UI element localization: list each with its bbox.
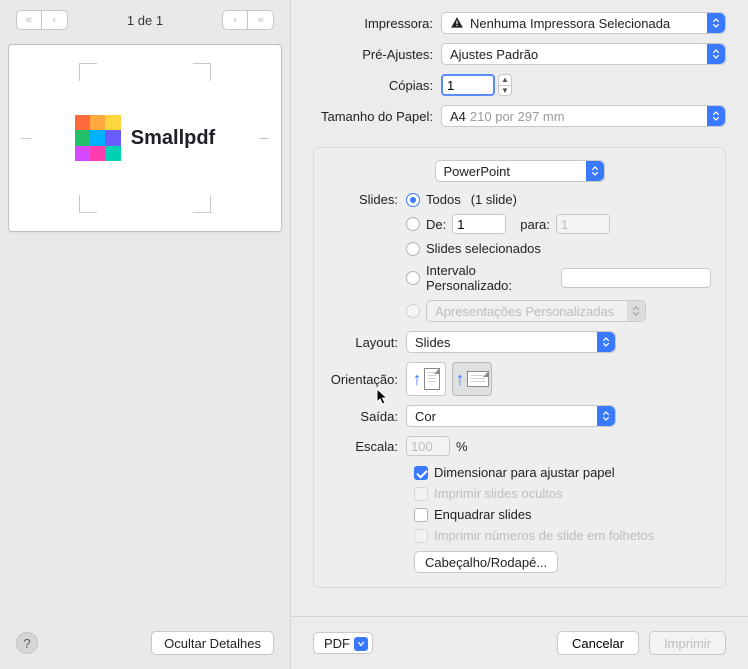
page-nav-back-group: « ‹ <box>16 10 68 30</box>
range-to-input <box>556 214 610 234</box>
radio-all-label: Todos <box>426 192 461 207</box>
module-options-box: PowerPoint Slides: Todos (1 slide) De: <box>313 147 726 588</box>
radio-selected-label: Slides selecionados <box>426 241 541 256</box>
page-last-button[interactable]: » <box>248 10 274 30</box>
warning-icon <box>450 16 464 30</box>
check-frame-slides[interactable] <box>414 508 428 522</box>
dialog-footer: PDF Cancelar Imprimir <box>291 616 748 669</box>
paper-dimensions: 210 por 297 mm <box>470 109 565 124</box>
printer-label: Impressora: <box>291 16 441 31</box>
copies-label: Cópias: <box>291 78 441 93</box>
page-prev-button[interactable]: ‹ <box>42 10 68 30</box>
check-fit-paper[interactable] <box>414 466 428 480</box>
page-nav-fwd-group: › » <box>222 10 274 30</box>
module-select[interactable]: PowerPoint <box>435 160 605 182</box>
page-counter: 1 de 1 <box>127 13 163 28</box>
range-from-input[interactable] <box>452 214 506 234</box>
custom-shows-value: Apresentações Personalizadas <box>435 304 614 319</box>
layout-select[interactable]: Slides <box>406 331 616 353</box>
arrow-up-icon: ↑ <box>413 370 422 388</box>
custom-shows-select: Apresentações Personalizadas <box>426 300 646 322</box>
stepper-up-icon[interactable]: ▲ <box>499 75 511 86</box>
cancel-button[interactable]: Cancelar <box>557 631 639 655</box>
orientation-label: Orientação: <box>328 372 406 387</box>
output-value: Cor <box>415 409 436 424</box>
page-toolbar: « ‹ 1 de 1 › » <box>0 0 290 38</box>
page-landscape-icon <box>467 371 489 387</box>
paper-label: Tamanho do Papel: <box>291 109 441 124</box>
cursor-icon <box>376 388 390 406</box>
scale-unit: % <box>456 439 468 454</box>
preview-pane: « ‹ 1 de 1 › » Smallpdf ? Ocultar Detalh… <box>0 0 290 669</box>
presets-select[interactable]: Ajustes Padrão <box>441 43 726 65</box>
header-footer-button[interactable]: Cabeçalho/Rodapé... <box>414 551 558 573</box>
presets-value: Ajustes Padrão <box>450 47 538 62</box>
orientation-portrait-button[interactable]: ↑ <box>406 362 446 396</box>
check-hidden-label: Imprimir slides ocultos <box>434 486 563 501</box>
check-slide-numbers <box>414 529 428 543</box>
pdf-menu-button[interactable]: PDF <box>313 632 373 654</box>
custom-interval-input[interactable] <box>561 268 711 288</box>
page-portrait-icon <box>424 368 440 390</box>
radio-all-slides[interactable] <box>406 193 420 207</box>
check-frame-label: Enquadrar slides <box>434 507 532 522</box>
radio-range[interactable] <box>406 217 420 231</box>
page-next-button[interactable]: › <box>222 10 248 30</box>
chevron-down-icon <box>354 637 368 651</box>
check-fit-label: Dimensionar para ajustar papel <box>434 465 615 480</box>
orientation-landscape-button[interactable]: ↑ <box>452 362 492 396</box>
output-label: Saída: <box>328 409 406 424</box>
pdf-button-label: PDF <box>324 636 350 651</box>
check-hidden-slides <box>414 487 428 501</box>
paper-select[interactable]: A4 210 por 297 mm <box>441 105 726 127</box>
stepper-down-icon[interactable]: ▼ <box>499 86 511 96</box>
check-numbers-label: Imprimir números de slide em folhetos <box>434 528 654 543</box>
range-from-label: De: <box>426 217 446 232</box>
radio-all-note: (1 slide) <box>471 192 517 207</box>
printer-select[interactable]: Nenhuma Impressora Selecionada <box>441 12 726 34</box>
radio-custom-shows <box>406 304 420 318</box>
page-first-button[interactable]: « <box>16 10 42 30</box>
layout-value: Slides <box>415 335 450 350</box>
smallpdf-logo-icon <box>75 115 121 161</box>
scale-label: Escala: <box>328 439 406 454</box>
paper-value: A4 <box>450 109 466 124</box>
arrow-up-icon: ↑ <box>456 370 465 388</box>
output-select[interactable]: Cor <box>406 405 616 427</box>
module-value: PowerPoint <box>444 164 510 179</box>
brand-text: Smallpdf <box>131 127 215 150</box>
range-to-label: para: <box>520 217 550 232</box>
hide-details-button[interactable]: Ocultar Detalhes <box>151 631 274 655</box>
copies-input[interactable] <box>441 74 495 96</box>
slides-label: Slides: <box>328 192 406 207</box>
radio-custom-label: Intervalo Personalizado: <box>426 263 551 293</box>
copies-stepper[interactable]: ▲▼ <box>498 74 512 96</box>
help-button[interactable]: ? <box>16 632 38 654</box>
settings-pane: Impressora: Nenhuma Impressora Seleciona… <box>290 0 748 669</box>
radio-selected-slides[interactable] <box>406 242 420 256</box>
layout-label: Layout: <box>328 335 406 350</box>
page-thumbnail: Smallpdf <box>8 44 282 232</box>
presets-label: Pré-Ajustes: <box>291 47 441 62</box>
print-button: Imprimir <box>649 631 726 655</box>
scale-input <box>406 436 450 456</box>
radio-custom-interval[interactable] <box>406 271 420 285</box>
printer-value: Nenhuma Impressora Selecionada <box>470 16 670 31</box>
